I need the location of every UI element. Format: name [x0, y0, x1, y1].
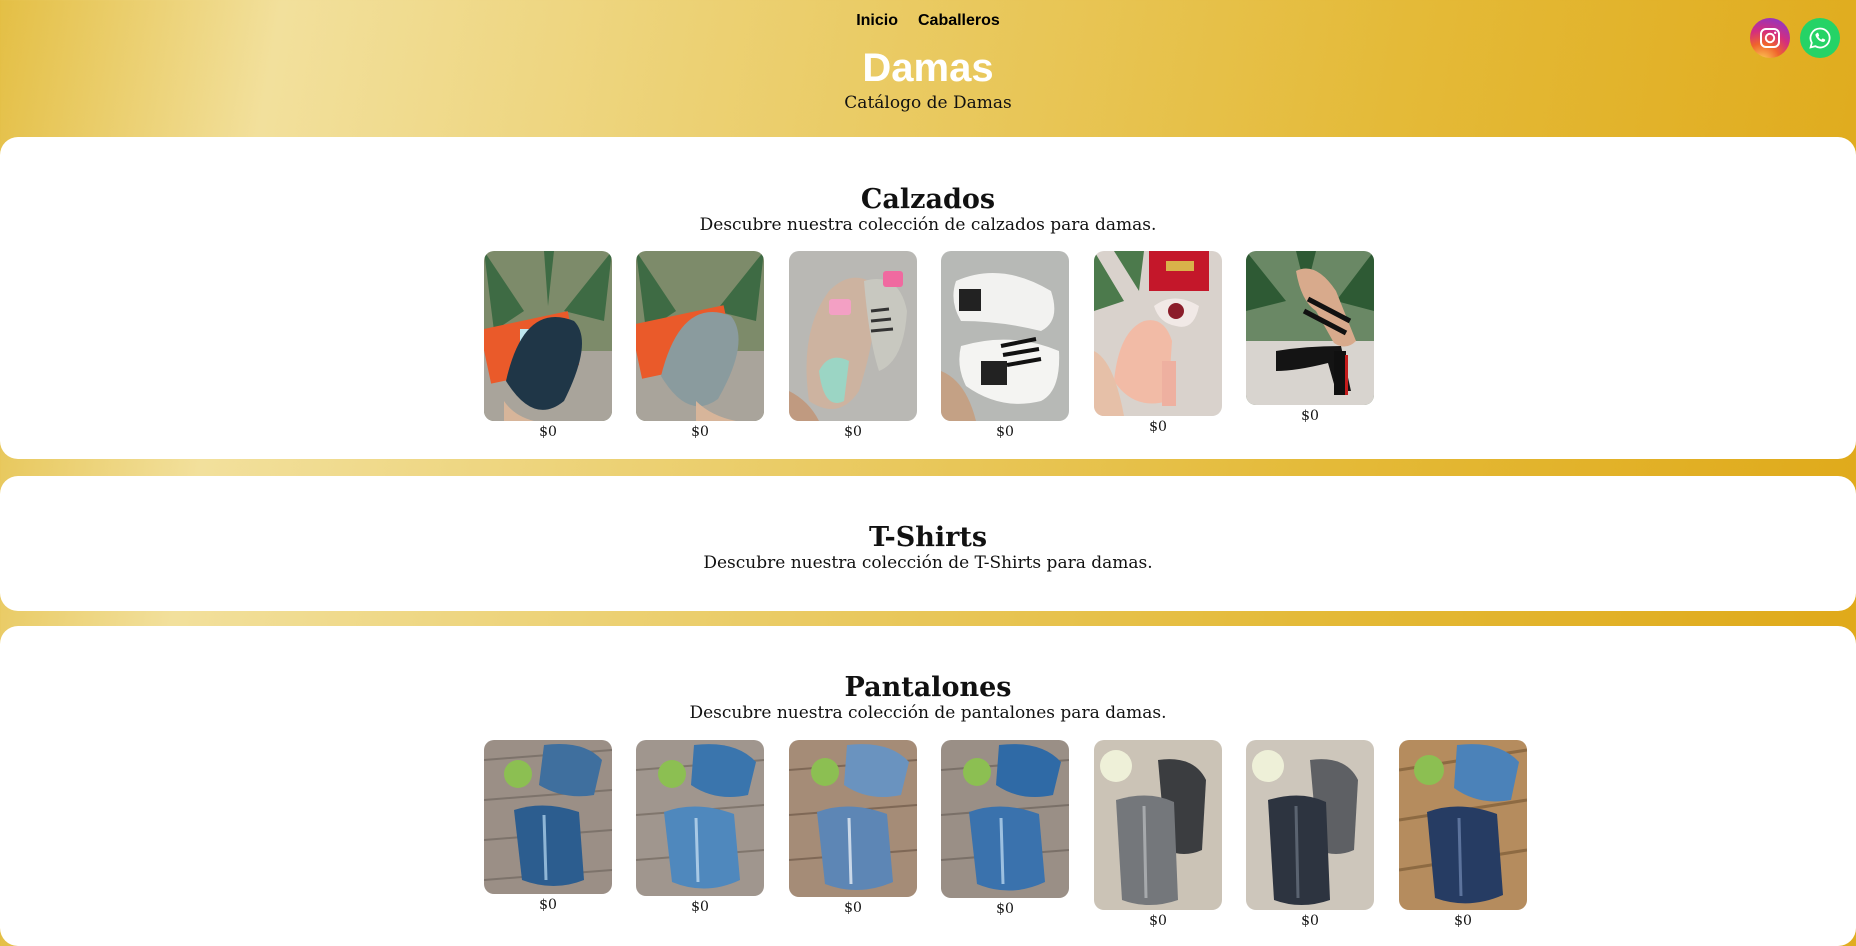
page-title: Damas — [862, 46, 994, 90]
product-image[interactable] — [636, 251, 764, 421]
section-title: T-Shirts — [868, 522, 988, 553]
nav-link-caballeros[interactable]: Caballeros — [918, 12, 1000, 30]
product-card[interactable]: $0 — [789, 740, 917, 916]
product-price: $0 — [539, 424, 557, 440]
product-price: $0 — [1301, 408, 1319, 424]
product-image[interactable] — [1246, 740, 1374, 910]
top-nav: Inicio Caballeros — [0, 12, 1856, 30]
product-card[interactable]: $0 — [636, 251, 764, 440]
product-card[interactable]: $0 — [1246, 740, 1374, 929]
product-price: $0 — [844, 424, 862, 440]
page-subtitle: Catálogo de Damas — [844, 93, 1012, 113]
product-card[interactable]: $0 — [941, 251, 1069, 440]
product-card[interactable]: $0 — [941, 740, 1069, 917]
product-image[interactable] — [1094, 740, 1222, 910]
product-image[interactable] — [941, 251, 1069, 421]
section-calzados: Calzados Descubre nuestra colección de c… — [0, 137, 1856, 459]
product-image[interactable] — [789, 251, 917, 421]
product-card[interactable]: $0 — [1094, 740, 1222, 929]
section-description: Descubre nuestra colección de T-Shirts p… — [703, 553, 1153, 573]
product-card[interactable]: $0 — [1246, 251, 1374, 424]
product-image[interactable] — [636, 740, 764, 896]
product-price: $0 — [844, 900, 862, 916]
section-title: Pantalones — [844, 672, 1012, 703]
product-price: $0 — [539, 897, 557, 913]
product-card[interactable]: $0 — [1094, 251, 1222, 435]
product-price: $0 — [1149, 913, 1167, 929]
section-title: Calzados — [860, 184, 996, 215]
product-price: $0 — [691, 424, 709, 440]
product-card[interactable]: $0 — [484, 251, 612, 440]
product-price: $0 — [1149, 419, 1167, 435]
product-image[interactable] — [1246, 251, 1374, 405]
product-card[interactable]: $0 — [1399, 740, 1527, 929]
product-price: $0 — [1454, 913, 1472, 929]
section-pantalones: Pantalones Descubre nuestra colección de… — [0, 626, 1856, 946]
product-price: $0 — [996, 901, 1014, 917]
product-price: $0 — [691, 899, 709, 915]
product-price: $0 — [996, 424, 1014, 440]
product-card[interactable]: $0 — [636, 740, 764, 915]
section-tshirts: T-Shirts Descubre nuestra colección de T… — [0, 476, 1856, 611]
section-description: Descubre nuestra colección de calzados p… — [699, 215, 1157, 235]
section-description: Descubre nuestra colección de pantalones… — [689, 703, 1167, 723]
product-price: $0 — [1301, 913, 1319, 929]
product-image[interactable] — [789, 740, 917, 897]
product-card[interactable]: $0 — [484, 740, 612, 913]
product-image[interactable] — [484, 251, 612, 421]
product-image[interactable] — [1399, 740, 1527, 910]
product-card[interactable]: $0 — [789, 251, 917, 440]
product-image[interactable] — [484, 740, 612, 894]
product-image[interactable] — [941, 740, 1069, 898]
product-image[interactable] — [1094, 251, 1222, 416]
nav-link-inicio[interactable]: Inicio — [856, 12, 898, 30]
